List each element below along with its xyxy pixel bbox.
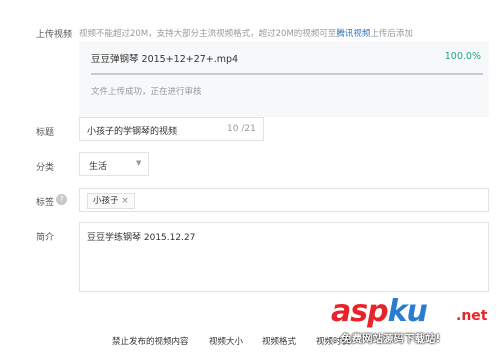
- tag-remove-icon[interactable]: ×: [122, 196, 129, 206]
- chevron-down-icon: ▼: [136, 159, 142, 167]
- tag-chip-label: 小孩子: [93, 196, 119, 206]
- upload-progress-panel: 豆豆弹钢琴 2015+12+27+.mp4 100.0% 文件上传成功，正在进行…: [79, 42, 489, 117]
- upload-progress-fill: [91, 73, 483, 75]
- help-icon[interactable]: ?: [56, 194, 67, 205]
- upload-label: 上传视频: [36, 30, 73, 40]
- tags-input[interactable]: 小孩子 ×: [79, 188, 489, 212]
- title-char-counter: 10 /21: [227, 124, 256, 134]
- video-format-link[interactable]: 视频格式: [262, 335, 296, 347]
- watermark-tagline: 免费网站源码下载站!: [341, 333, 441, 345]
- intro-textarea[interactable]: 豆豆学练钢琴 2015.12.27: [79, 222, 489, 292]
- watermark-logo-part-b: ku: [387, 294, 428, 329]
- title-label: 标题: [36, 128, 55, 138]
- tencent-video-link[interactable]: 腾讯视频: [336, 29, 370, 39]
- title-input[interactable]: 小孩子的学钢琴的视频 10 /21: [79, 117, 264, 141]
- upload-hint-text: 视频不能超过20M，支持大部分主流视频格式，超过20M的视频可至: [79, 29, 337, 39]
- watermark: aspku .net 免费网站源码下载站!: [331, 294, 499, 352]
- title-input-value: 小孩子的学钢琴的视频: [87, 127, 178, 137]
- uploaded-file-name: 豆豆弹钢琴 2015+12+27+.mp4: [91, 54, 239, 65]
- category-select[interactable]: 生活 ▼: [79, 152, 149, 176]
- upload-hint-suffix: 上传后添加: [370, 29, 413, 39]
- watermark-logo-part-a: asp: [331, 294, 389, 329]
- intro-textarea-value: 豆豆学练钢琴 2015.12.27: [87, 233, 196, 243]
- upload-percent: 100.0%: [444, 51, 481, 62]
- watermark-domain: .net: [456, 308, 488, 324]
- upload-status-text: 文件上传成功，正在进行审核: [91, 87, 202, 97]
- video-size-link[interactable]: 视频大小: [209, 335, 243, 347]
- upload-hint: 视频不能超过20M，支持大部分主流视频格式，超过20M的视频可至腾讯视频上传后添…: [79, 27, 413, 39]
- category-label: 分类: [36, 163, 55, 173]
- tags-label: 标签: [36, 198, 55, 208]
- watermark-logo: aspku: [331, 294, 428, 329]
- tag-chip: 小孩子 ×: [87, 193, 135, 209]
- upload-progress-bar: [91, 73, 483, 75]
- intro-label: 简介: [36, 233, 55, 243]
- prohibited-content-link[interactable]: 禁止发布的视频内容: [112, 335, 189, 347]
- category-selected-value: 生活: [89, 162, 108, 172]
